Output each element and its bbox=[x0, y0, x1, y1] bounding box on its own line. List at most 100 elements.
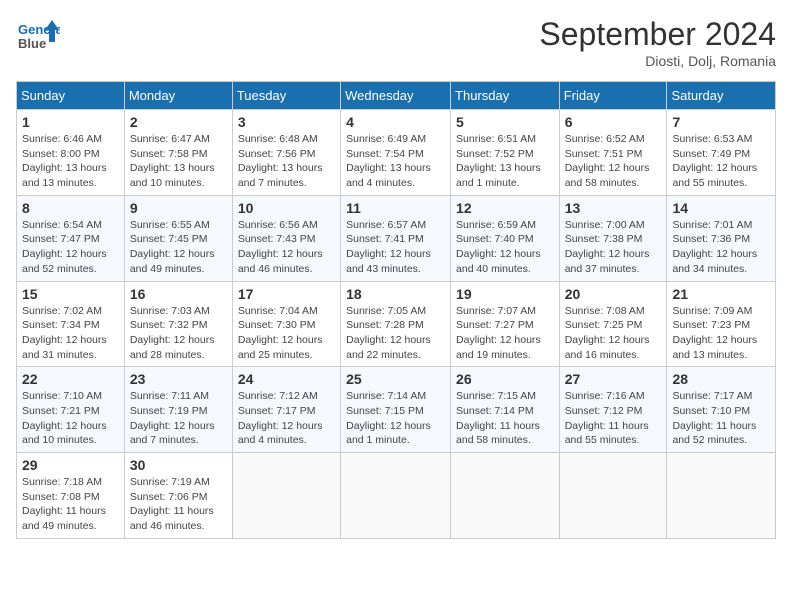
day-info: Sunrise: 7:18 AMSunset: 7:08 PMDaylight:… bbox=[22, 475, 119, 534]
day-number: 23 bbox=[130, 371, 227, 387]
weekday-header-wednesday: Wednesday bbox=[341, 82, 451, 110]
calendar-cell: 11 Sunrise: 6:57 AMSunset: 7:41 PMDayligh… bbox=[341, 195, 451, 281]
calendar-cell: 20 Sunrise: 7:08 AMSunset: 7:25 PMDayligh… bbox=[559, 281, 667, 367]
day-info: Sunrise: 7:12 AMSunset: 7:17 PMDaylight:… bbox=[238, 389, 335, 448]
calendar-cell: 7Sunrise: 6:53 AMSunset: 7:49 PMDaylight… bbox=[667, 110, 776, 196]
day-info: Sunrise: 6:56 AMSunset: 7:43 PMDaylight:… bbox=[238, 218, 335, 277]
calendar-cell bbox=[341, 453, 451, 539]
calendar-cell bbox=[559, 453, 667, 539]
weekday-header-sunday: Sunday bbox=[17, 82, 125, 110]
day-number: 21 bbox=[672, 286, 770, 302]
day-number: 25 bbox=[346, 371, 445, 387]
day-number: 7 bbox=[672, 114, 770, 130]
calendar-cell: 29 Sunrise: 7:18 AMSunset: 7:08 PMDayligh… bbox=[17, 453, 125, 539]
calendar-cell: 4 Sunrise: 6:49 AMSunset: 7:54 PMDaylight… bbox=[341, 110, 451, 196]
day-info: Sunrise: 7:02 AMSunset: 7:34 PMDaylight:… bbox=[22, 304, 119, 363]
calendar-cell: 25 Sunrise: 7:14 AMSunset: 7:15 PMDayligh… bbox=[341, 367, 451, 453]
day-info: Sunrise: 7:03 AMSunset: 7:32 PMDaylight:… bbox=[130, 304, 227, 363]
day-info: Sunrise: 7:00 AMSunset: 7:38 PMDaylight:… bbox=[565, 218, 662, 277]
day-number: 12 bbox=[456, 200, 554, 216]
day-number: 5 bbox=[456, 114, 554, 130]
weekday-header-saturday: Saturday bbox=[667, 82, 776, 110]
day-number: 11 bbox=[346, 200, 445, 216]
day-info: Sunrise: 6:54 AMSunset: 7:47 PMDaylight:… bbox=[22, 218, 119, 277]
day-number: 18 bbox=[346, 286, 445, 302]
logo: General Blue bbox=[16, 16, 60, 60]
day-number: 6 bbox=[565, 114, 662, 130]
calendar-cell: 30 Sunrise: 7:19 AMSunset: 7:06 PMDayligh… bbox=[124, 453, 232, 539]
calendar-cell: 12 Sunrise: 6:59 AMSunset: 7:40 PMDayligh… bbox=[451, 195, 560, 281]
day-number: 9 bbox=[130, 200, 227, 216]
calendar-cell: 23 Sunrise: 7:11 AMSunset: 7:19 PMDayligh… bbox=[124, 367, 232, 453]
day-info: Sunrise: 6:59 AMSunset: 7:40 PMDaylight:… bbox=[456, 218, 554, 277]
calendar-cell: 28 Sunrise: 7:17 AMSunset: 7:10 PMDayligh… bbox=[667, 367, 776, 453]
day-number: 24 bbox=[238, 371, 335, 387]
day-info: Sunrise: 6:57 AMSunset: 7:41 PMDaylight:… bbox=[346, 218, 445, 277]
day-number: 13 bbox=[565, 200, 662, 216]
day-number: 19 bbox=[456, 286, 554, 302]
day-number: 20 bbox=[565, 286, 662, 302]
calendar-cell: 3Sunrise: 6:48 AMSunset: 7:56 PMDaylight… bbox=[232, 110, 340, 196]
calendar-cell bbox=[232, 453, 340, 539]
calendar-cell: 6Sunrise: 6:52 AMSunset: 7:51 PMDaylight… bbox=[559, 110, 667, 196]
logo-svg: General Blue bbox=[16, 16, 60, 60]
day-number: 2 bbox=[130, 114, 227, 130]
day-number: 26 bbox=[456, 371, 554, 387]
day-number: 22 bbox=[22, 371, 119, 387]
day-info: Sunrise: 7:08 AMSunset: 7:25 PMDaylight:… bbox=[565, 304, 662, 363]
day-number: 1 bbox=[22, 114, 119, 130]
calendar-cell: 10 Sunrise: 6:56 AMSunset: 7:43 PMDayligh… bbox=[232, 195, 340, 281]
day-info: Sunrise: 7:07 AMSunset: 7:27 PMDaylight:… bbox=[456, 304, 554, 363]
day-info: Sunrise: 7:01 AMSunset: 7:36 PMDaylight:… bbox=[672, 218, 770, 277]
calendar-cell: 2 Sunrise: 6:47 AMSunset: 7:58 PMDaylight… bbox=[124, 110, 232, 196]
location-subtitle: Diosti, Dolj, Romania bbox=[539, 53, 776, 69]
calendar-cell: 15 Sunrise: 7:02 AMSunset: 7:34 PMDayligh… bbox=[17, 281, 125, 367]
calendar-cell: 8 Sunrise: 6:54 AMSunset: 7:47 PMDaylight… bbox=[17, 195, 125, 281]
calendar-cell: 13 Sunrise: 7:00 AMSunset: 7:38 PMDayligh… bbox=[559, 195, 667, 281]
calendar-cell: 1 Sunrise: 6:46 AMSunset: 8:00 PMDaylight… bbox=[17, 110, 125, 196]
day-number: 14 bbox=[672, 200, 770, 216]
weekday-header-monday: Monday bbox=[124, 82, 232, 110]
day-info: Sunrise: 7:11 AMSunset: 7:19 PMDaylight:… bbox=[130, 389, 227, 448]
day-number: 8 bbox=[22, 200, 119, 216]
day-info: Sunrise: 6:47 AMSunset: 7:58 PMDaylight:… bbox=[130, 132, 227, 191]
day-info: Sunrise: 7:09 AMSunset: 7:23 PMDaylight:… bbox=[672, 304, 770, 363]
day-number: 29 bbox=[22, 457, 119, 473]
day-info: Sunrise: 7:17 AMSunset: 7:10 PMDaylight:… bbox=[672, 389, 770, 448]
day-number: 16 bbox=[130, 286, 227, 302]
day-info: Sunrise: 6:51 AMSunset: 7:52 PMDaylight:… bbox=[456, 132, 554, 191]
calendar-cell: 5 Sunrise: 6:51 AMSunset: 7:52 PMDaylight… bbox=[451, 110, 560, 196]
day-info: Sunrise: 6:49 AMSunset: 7:54 PMDaylight:… bbox=[346, 132, 445, 191]
day-info: Sunrise: 7:10 AMSunset: 7:21 PMDaylight:… bbox=[22, 389, 119, 448]
day-info: Sunrise: 7:14 AMSunset: 7:15 PMDaylight:… bbox=[346, 389, 445, 448]
day-number: 30 bbox=[130, 457, 227, 473]
calendar-cell: 21 Sunrise: 7:09 AMSunset: 7:23 PMDayligh… bbox=[667, 281, 776, 367]
day-number: 4 bbox=[346, 114, 445, 130]
page-header: General Blue September 2024 Diosti, Dolj… bbox=[16, 16, 776, 69]
day-info: Sunrise: 7:04 AMSunset: 7:30 PMDaylight:… bbox=[238, 304, 335, 363]
day-number: 10 bbox=[238, 200, 335, 216]
calendar-table: SundayMondayTuesdayWednesdayThursdayFrid… bbox=[16, 81, 776, 539]
day-info: Sunrise: 7:19 AMSunset: 7:06 PMDaylight:… bbox=[130, 475, 227, 534]
day-number: 15 bbox=[22, 286, 119, 302]
svg-text:Blue: Blue bbox=[18, 36, 46, 51]
weekday-header-tuesday: Tuesday bbox=[232, 82, 340, 110]
day-info: Sunrise: 6:46 AMSunset: 8:00 PMDaylight:… bbox=[22, 132, 119, 191]
day-number: 28 bbox=[672, 371, 770, 387]
calendar-cell: 18 Sunrise: 7:05 AMSunset: 7:28 PMDayligh… bbox=[341, 281, 451, 367]
day-info: Sunrise: 7:05 AMSunset: 7:28 PMDaylight:… bbox=[346, 304, 445, 363]
calendar-cell: 16 Sunrise: 7:03 AMSunset: 7:32 PMDayligh… bbox=[124, 281, 232, 367]
calendar-cell: 19 Sunrise: 7:07 AMSunset: 7:27 PMDayligh… bbox=[451, 281, 560, 367]
calendar-cell: 26 Sunrise: 7:15 AMSunset: 7:14 PMDayligh… bbox=[451, 367, 560, 453]
calendar-cell: 9 Sunrise: 6:55 AMSunset: 7:45 PMDaylight… bbox=[124, 195, 232, 281]
month-title: September 2024 bbox=[539, 16, 776, 53]
calendar-cell: 22 Sunrise: 7:10 AMSunset: 7:21 PMDayligh… bbox=[17, 367, 125, 453]
day-info: Sunrise: 6:55 AMSunset: 7:45 PMDaylight:… bbox=[130, 218, 227, 277]
day-info: Sunrise: 7:15 AMSunset: 7:14 PMDaylight:… bbox=[456, 389, 554, 448]
weekday-header-friday: Friday bbox=[559, 82, 667, 110]
calendar-cell: 27Sunrise: 7:16 AMSunset: 7:12 PMDayligh… bbox=[559, 367, 667, 453]
day-number: 17 bbox=[238, 286, 335, 302]
title-block: September 2024 Diosti, Dolj, Romania bbox=[539, 16, 776, 69]
calendar-cell: 14 Sunrise: 7:01 AMSunset: 7:36 PMDayligh… bbox=[667, 195, 776, 281]
calendar-cell bbox=[667, 453, 776, 539]
